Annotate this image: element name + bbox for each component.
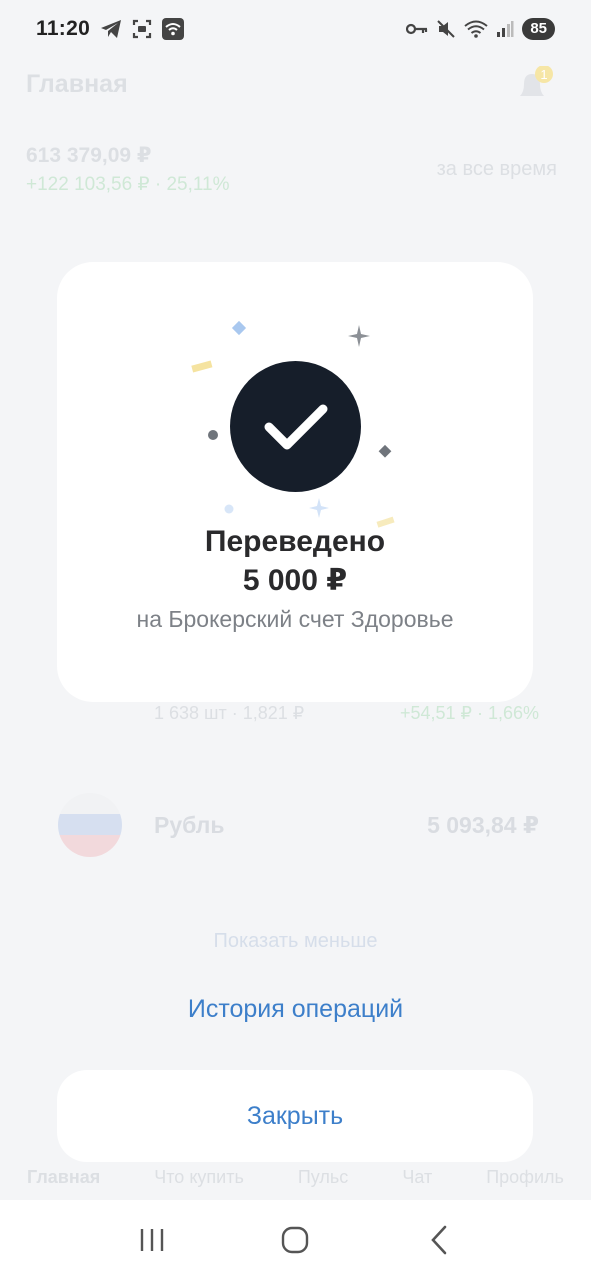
bg-balance: 613 379,09 ₽ xyxy=(26,144,152,167)
bg-nav-home: Главная xyxy=(27,1167,101,1187)
confetti-diamond-gray xyxy=(378,444,392,458)
battery-indicator: 85 xyxy=(522,18,555,40)
operations-history-link[interactable]: История операций xyxy=(0,995,591,1024)
russia-flag-icon xyxy=(58,793,122,857)
system-nav-bar xyxy=(0,1200,591,1280)
home-icon xyxy=(282,1226,309,1254)
key-icon xyxy=(406,22,428,36)
confetti-dot-gray xyxy=(208,430,218,440)
bg-page-title: Главная xyxy=(26,70,128,98)
transfer-amount: 5 000 ₽ xyxy=(242,564,348,597)
bg-nav-pulse: Пульс xyxy=(297,1167,349,1187)
signal-icon xyxy=(496,20,514,38)
bg-gain: +122 103,56 ₽ · 25,11% xyxy=(26,174,230,195)
success-check-icon xyxy=(230,361,361,492)
status-bar: 11:20 85 xyxy=(0,0,591,58)
bg-period: за все время xyxy=(436,158,557,180)
bg-ruble-name: Рубль xyxy=(154,812,225,838)
bg-bottom-nav: Главная Что купить Пульс Чат Профиль xyxy=(0,1167,591,1188)
home-button[interactable] xyxy=(265,1210,325,1270)
confetti-sparkle-blue xyxy=(309,498,329,518)
bg-nav-profile: Профиль xyxy=(486,1167,564,1187)
back-button[interactable] xyxy=(409,1210,469,1270)
recent-apps-icon xyxy=(140,1229,164,1251)
close-button[interactable]: Закрыть xyxy=(57,1070,533,1162)
confetti-diamond-blue xyxy=(231,320,247,336)
success-card: Переведено 5 000 ₽ на Брокерский счет Зд… xyxy=(57,262,533,702)
bg-nav-what-to-buy: Что купить xyxy=(154,1167,244,1187)
screenshot-icon xyxy=(132,19,152,39)
wifi-icon xyxy=(162,18,185,40)
back-icon xyxy=(431,1225,447,1255)
bell-icon: 1 xyxy=(514,65,558,111)
bell-badge: 1 xyxy=(540,67,547,82)
transfer-destination: на Брокерский счет Здоровье xyxy=(136,606,454,632)
recent-apps-button[interactable] xyxy=(122,1210,182,1270)
confetti-strip-yellow xyxy=(191,360,213,373)
success-title: Переведено xyxy=(204,525,386,558)
status-time: 11:20 xyxy=(36,17,91,40)
bg-nav-chat: Чат xyxy=(402,1167,433,1187)
mute-icon xyxy=(436,19,456,39)
confetti-sparkle-gray xyxy=(348,325,370,347)
bg-ruble-value: 5 093,84 ₽ xyxy=(427,812,539,838)
bg-show-less: Показать меньше xyxy=(213,930,378,952)
confetti-dot-blue xyxy=(224,504,234,514)
telegram-icon xyxy=(100,19,122,39)
bg-asset-gain: +54,51 ₽ · 1,66% xyxy=(399,703,539,723)
bg-asset-sub: 1 638 шт · 1,821 ₽ xyxy=(154,703,305,723)
wifi-5-icon xyxy=(464,19,488,39)
